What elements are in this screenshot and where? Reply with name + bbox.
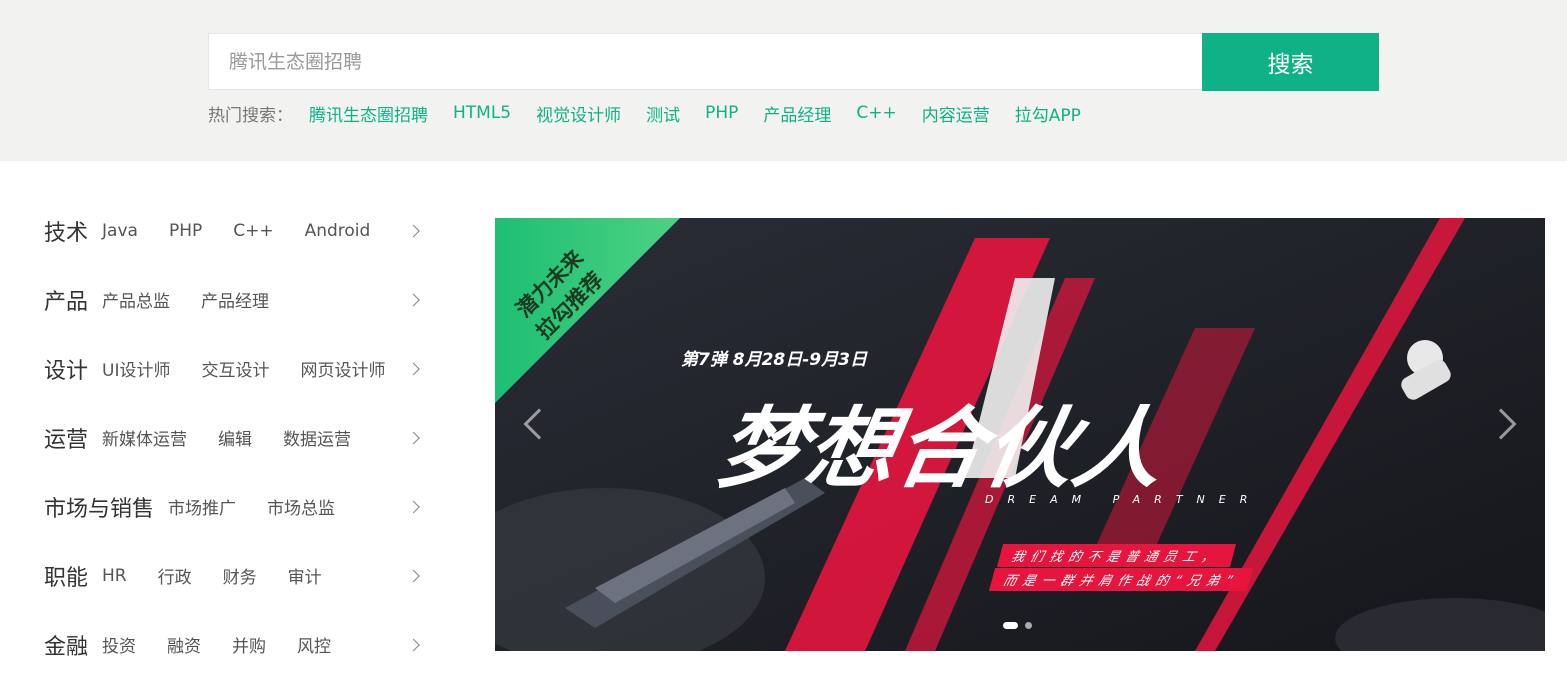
category-row-product[interactable]: 产品 产品总监 产品经理 [44, 265, 424, 334]
category-link[interactable]: Android [305, 221, 371, 241]
promo-banner[interactable]: 潜力未来 拉勾推荐 第7弹 8月28日-9月3日 梦想合伙人 DREAM PAR… [495, 218, 1545, 651]
category-link[interactable]: UI设计师 [102, 356, 170, 381]
banner-subtitle-en: DREAM PARTNER [985, 493, 1262, 506]
category-link[interactable]: 编辑 [218, 425, 252, 450]
category-row-operations[interactable]: 运营 新媒体运营 编辑 数据运营 [44, 403, 424, 472]
chevron-right-icon[interactable] [407, 362, 420, 375]
category-link[interactable]: 并购 [232, 632, 266, 657]
category-link[interactable]: 财务 [223, 563, 257, 588]
category-title[interactable]: 金融 [44, 629, 88, 661]
category-title[interactable]: 职能 [44, 560, 88, 592]
category-link[interactable]: 审计 [288, 563, 322, 588]
category-link[interactable]: 融资 [167, 632, 201, 657]
category-link[interactable]: 网页设计师 [300, 356, 385, 381]
chevron-right-icon[interactable] [407, 638, 420, 651]
category-title[interactable]: 产品 [44, 284, 88, 316]
category-title[interactable]: 运营 [44, 422, 88, 454]
category-row-finance[interactable]: 金融 投资 融资 并购 风控 [44, 610, 424, 679]
hot-search-link[interactable]: 拉勾APP [1015, 101, 1081, 126]
category-title[interactable]: 设计 [44, 353, 88, 385]
category-row-tech[interactable]: 技术 Java PHP C++ Android [44, 196, 424, 265]
hot-search-link[interactable]: HTML5 [453, 103, 511, 123]
banner-tagline-1: 我们找的不是普通员工， [996, 544, 1237, 567]
search-section: 搜索 热门搜索： 腾讯生态圈招聘 HTML5 视觉设计师 测试 PHP 产品经理… [0, 0, 1567, 161]
carousel-dot[interactable] [1025, 622, 1032, 629]
hot-searches-label: 热门搜索： [208, 105, 293, 126]
category-link[interactable]: PHP [169, 221, 202, 241]
category-link[interactable]: 行政 [158, 563, 192, 588]
search-box [208, 33, 1203, 90]
category-link[interactable]: 市场推广 [168, 494, 236, 519]
hot-search-link[interactable]: 腾讯生态圈招聘 [309, 101, 428, 126]
category-link[interactable]: 市场总监 [267, 494, 335, 519]
chevron-right-icon[interactable] [407, 569, 420, 582]
hot-search-link[interactable]: 测试 [646, 101, 680, 126]
category-link[interactable]: C++ [233, 221, 273, 241]
category-link[interactable]: 交互设计 [201, 356, 269, 381]
banner-tagline-2: 而是一群并肩作战的“兄弟” [988, 568, 1254, 591]
hot-search-link[interactable]: PHP [705, 103, 738, 123]
category-link[interactable]: 数据运营 [283, 425, 351, 450]
hot-search-link[interactable]: C++ [856, 103, 896, 123]
category-row-functions[interactable]: 职能 HR 行政 财务 审计 [44, 541, 424, 610]
chevron-right-icon[interactable] [407, 224, 420, 237]
category-link[interactable]: 投资 [102, 632, 136, 657]
search-button[interactable]: 搜索 [1202, 33, 1379, 91]
category-link[interactable]: Java [102, 221, 138, 241]
category-link[interactable]: 产品经理 [201, 287, 269, 312]
banner-date: 第7弹 8月28日-9月3日 [681, 350, 867, 370]
hot-search-link[interactable]: 视觉设计师 [536, 101, 621, 126]
hot-search-link[interactable]: 内容运营 [922, 101, 990, 126]
category-link[interactable]: 产品总监 [102, 287, 170, 312]
recommend-badge: 潜力未来 拉勾推荐 [495, 218, 685, 408]
chevron-right-icon[interactable] [407, 293, 420, 306]
category-row-marketing[interactable]: 市场与销售 市场推广 市场总监 [44, 472, 424, 541]
search-input[interactable] [209, 34, 1203, 89]
hot-searches: 热门搜索： 腾讯生态圈招聘 HTML5 视觉设计师 测试 PHP 产品经理 C+… [208, 100, 1106, 126]
category-row-design[interactable]: 设计 UI设计师 交互设计 网页设计师 [44, 334, 424, 403]
category-link[interactable]: HR [102, 566, 127, 586]
banner-title: 梦想合伙人 [709, 397, 1173, 500]
carousel-dots [1003, 622, 1039, 629]
category-link[interactable]: 新媒体运营 [102, 425, 187, 450]
hot-search-link[interactable]: 产品经理 [763, 101, 831, 126]
carousel-dot[interactable] [1003, 622, 1018, 629]
chevron-right-icon[interactable] [407, 500, 420, 513]
category-title[interactable]: 技术 [44, 215, 88, 247]
category-title[interactable]: 市场与销售 [44, 491, 154, 523]
chevron-right-icon[interactable] [407, 431, 420, 444]
category-link[interactable]: 风控 [297, 632, 331, 657]
